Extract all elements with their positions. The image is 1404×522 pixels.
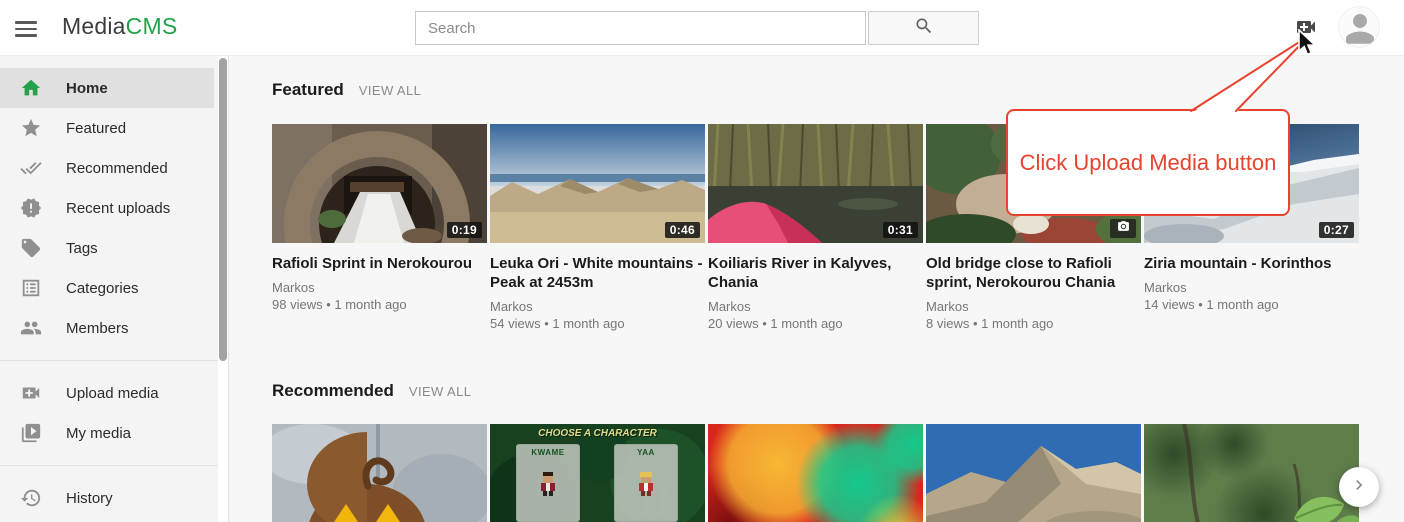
media-author[interactable]: Markos bbox=[490, 299, 705, 314]
person-icon bbox=[1339, 36, 1380, 48]
media-meta: 20 views • 1 month ago bbox=[708, 316, 923, 331]
sidebar-divider bbox=[0, 360, 218, 361]
game-character-name: KWAME bbox=[517, 448, 579, 457]
recommended-section-title: Recommended bbox=[272, 381, 394, 401]
search-button[interactable] bbox=[868, 11, 979, 45]
double-check-icon bbox=[20, 157, 42, 179]
recommended-section-header: Recommended VIEW ALL bbox=[272, 381, 471, 401]
sidebar-item-members[interactable]: Members bbox=[0, 308, 218, 348]
upload-media-icon bbox=[20, 382, 42, 404]
media-title[interactable]: Rafioli Sprint in Nerokourou bbox=[272, 254, 487, 273]
media-card bbox=[926, 424, 1141, 522]
media-meta: 8 views • 1 month ago bbox=[926, 316, 1141, 331]
members-icon bbox=[20, 317, 42, 339]
media-thumbnail-game-choose-character[interactable]: H CHOOSE A CHARACTER KWAME YAA bbox=[490, 424, 705, 522]
sidebar-item-categories[interactable]: Categories bbox=[0, 268, 218, 308]
media-thumbnail-kayak-river[interactable]: 0:31 bbox=[708, 124, 923, 243]
new-releases-icon bbox=[20, 197, 42, 219]
media-author[interactable]: Markos bbox=[272, 280, 487, 295]
topbar: MediaCMS bbox=[0, 0, 1404, 56]
media-title[interactable]: Koiliaris River in Kalyves, Chania bbox=[708, 254, 923, 292]
media-author[interactable]: Markos bbox=[1144, 280, 1359, 295]
camera-icon bbox=[1117, 220, 1130, 238]
media-title[interactable]: Leuka Ori - White mountains - Peak at 24… bbox=[490, 254, 705, 292]
media-card: 0:19 Rafioli Sprint in Nerokourou Markos… bbox=[272, 124, 487, 331]
featured-view-all-link[interactable]: VIEW ALL bbox=[359, 83, 421, 98]
featured-section-header: Featured VIEW ALL bbox=[272, 80, 421, 100]
search-icon bbox=[914, 16, 934, 41]
duration-badge: 0:46 bbox=[665, 222, 700, 238]
duration-badge: 0:31 bbox=[883, 222, 918, 238]
history-icon bbox=[20, 487, 42, 509]
media-title[interactable]: Ziria mountain - Korinthos bbox=[1144, 254, 1359, 273]
app-logo[interactable]: MediaCMS bbox=[62, 13, 177, 40]
sidebar-item-home[interactable]: Home bbox=[0, 68, 214, 108]
media-card bbox=[708, 424, 923, 522]
sidebar-item-recent-uploads[interactable]: Recent uploads bbox=[0, 188, 218, 228]
sidebar-item-recommended[interactable]: Recommended bbox=[0, 148, 218, 188]
game-panel-right: YAA bbox=[614, 444, 678, 522]
chevron-right-icon bbox=[1349, 475, 1369, 500]
hamburger-menu-icon[interactable] bbox=[15, 17, 39, 39]
media-thumbnail-pumpkin-drawing[interactable] bbox=[272, 424, 487, 522]
media-title[interactable]: Old bridge close to Rafioli sprint, Nero… bbox=[926, 254, 1141, 292]
sidebar-item-history[interactable]: History bbox=[0, 478, 218, 518]
media-thumbnail-waterfall-bridge[interactable]: 0:19 bbox=[272, 124, 487, 243]
sidebar-scrollbar bbox=[218, 56, 229, 522]
star-icon bbox=[20, 117, 42, 139]
media-thumbnail-abstract-colors[interactable] bbox=[708, 424, 923, 522]
logo-media: Media bbox=[62, 13, 126, 39]
sidebar-scrollbar-thumb[interactable] bbox=[219, 58, 227, 361]
media-thumbnail-desert-mountains[interactable]: 0:46 bbox=[490, 124, 705, 243]
sidebar-item-my-media[interactable]: My media bbox=[0, 413, 218, 453]
media-card bbox=[1144, 424, 1359, 522]
categories-icon bbox=[20, 277, 42, 299]
duration-badge: 0:19 bbox=[447, 222, 482, 238]
logo-cms: CMS bbox=[126, 13, 178, 39]
sidebar-item-upload-media[interactable]: Upload media bbox=[0, 373, 218, 413]
sidebar-item-tags[interactable]: Tags bbox=[0, 228, 218, 268]
media-card: 0:31 Koiliaris River in Kalyves, Chania … bbox=[708, 124, 923, 331]
sidebar: Home Featured Recommended Recent uploads… bbox=[0, 56, 218, 522]
photo-type-badge bbox=[1110, 219, 1136, 238]
recommended-view-all-link[interactable]: VIEW ALL bbox=[409, 384, 471, 399]
media-card: 0:46 Leuka Ori - White mountains - Peak … bbox=[490, 124, 705, 331]
home-icon bbox=[20, 77, 42, 99]
game-character-name: YAA bbox=[615, 448, 677, 457]
media-meta: 98 views • 1 month ago bbox=[272, 297, 487, 312]
game-panel-left: KWAME bbox=[516, 444, 580, 522]
user-avatar[interactable] bbox=[1338, 6, 1380, 48]
duration-badge: 0:27 bbox=[1319, 222, 1354, 238]
carousel-next-button[interactable] bbox=[1339, 467, 1379, 507]
annotation-callout: Click Upload Media button bbox=[1006, 109, 1290, 216]
media-author[interactable]: Markos bbox=[926, 299, 1141, 314]
game-title-text: CHOOSE A CHARACTER bbox=[490, 428, 705, 439]
media-card: H CHOOSE A CHARACTER KWAME YAA bbox=[490, 424, 705, 522]
upload-media-icon bbox=[1292, 26, 1320, 43]
upload-media-button[interactable] bbox=[1292, 15, 1322, 41]
media-author[interactable]: Markos bbox=[708, 299, 923, 314]
media-meta: 54 views • 1 month ago bbox=[490, 316, 705, 331]
tag-icon bbox=[20, 237, 42, 259]
media-thumbnail-green-leaves[interactable] bbox=[1144, 424, 1359, 522]
annotation-text: Click Upload Media button bbox=[1020, 150, 1277, 176]
media-thumbnail-rocky-mountain[interactable] bbox=[926, 424, 1141, 522]
my-media-icon bbox=[20, 422, 42, 444]
featured-section-title: Featured bbox=[272, 80, 344, 100]
media-meta: 14 views • 1 month ago bbox=[1144, 297, 1359, 312]
search-input[interactable] bbox=[415, 11, 866, 45]
sidebar-item-featured[interactable]: Featured bbox=[0, 108, 218, 148]
search-bar bbox=[415, 11, 979, 45]
sidebar-divider bbox=[0, 465, 218, 466]
recommended-row: H CHOOSE A CHARACTER KWAME YAA bbox=[272, 424, 1359, 522]
media-card bbox=[272, 424, 487, 522]
